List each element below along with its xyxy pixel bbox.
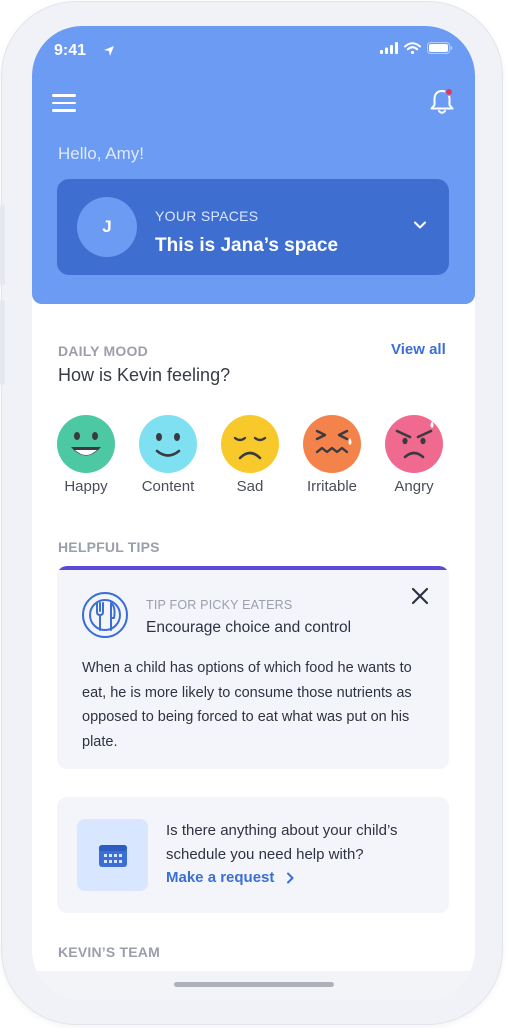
request-icon-box xyxy=(77,819,148,891)
happy-face-icon xyxy=(57,415,115,473)
app-screen: 9:41 Hello, Amy! J YOUR SPACES This is J… xyxy=(32,26,475,1000)
notification-bell-icon[interactable] xyxy=(429,87,455,115)
tip-card: TIP FOR PICKY EATERS Encourage choice an… xyxy=(57,566,449,769)
angry-face-icon xyxy=(385,415,443,473)
chevron-down-icon xyxy=(414,221,426,229)
mood-happy[interactable]: Happy xyxy=(45,414,127,495)
mood-label: Sad xyxy=(236,478,264,495)
make-request-label: Make a request xyxy=(166,869,275,886)
wifi-icon xyxy=(404,42,421,54)
signal-icon xyxy=(380,42,398,54)
calendar-icon xyxy=(98,845,127,867)
battery-icon xyxy=(427,42,453,54)
mood-question: How is Kevin feeling? xyxy=(58,365,231,385)
mood-label: Happy xyxy=(64,478,108,495)
location-icon xyxy=(104,46,114,56)
make-request-link[interactable]: Make a request xyxy=(166,869,294,886)
irritable-face-icon xyxy=(303,415,361,473)
home-indicator[interactable] xyxy=(174,982,334,987)
mood-label: Irritable xyxy=(306,478,358,495)
status-time: 9:41 xyxy=(54,42,87,59)
tip-title: Encourage choice and control xyxy=(146,619,352,636)
phone-side-button xyxy=(0,300,5,385)
header: 9:41 Hello, Amy! J YOUR SPACES This is J… xyxy=(32,26,475,304)
menu-icon[interactable] xyxy=(52,94,76,114)
mood-sad[interactable]: Sad xyxy=(209,414,291,495)
close-icon[interactable] xyxy=(410,586,430,606)
tip-kicker: TIP FOR PICKY EATERS xyxy=(146,598,293,612)
mood-content[interactable]: Content xyxy=(127,414,209,495)
request-card: Is there anything about your child’s sch… xyxy=(57,797,449,913)
content-face-icon xyxy=(139,415,197,473)
plate-utensils-icon xyxy=(82,592,128,638)
mood-irritable[interactable]: Irritable xyxy=(291,414,373,495)
tip-body: When a child has options of which food h… xyxy=(82,660,412,750)
team-label: KEVIN’S TEAM xyxy=(58,944,160,960)
view-all-link[interactable]: View all xyxy=(391,341,446,358)
avatar: J xyxy=(77,197,137,257)
mood-label: Content xyxy=(141,478,195,495)
mood-angry[interactable]: Angry xyxy=(373,414,455,495)
phone-side-button xyxy=(0,205,5,285)
status-indicators xyxy=(380,42,453,54)
request-prompt: Is there anything about your child’s sch… xyxy=(166,822,398,863)
greeting: Hello, Amy! xyxy=(58,144,144,163)
sad-face-icon xyxy=(221,415,279,473)
tip-accent-bar xyxy=(57,566,449,570)
mood-label: Angry xyxy=(394,478,434,495)
helpful-tips-label: HELPFUL TIPS xyxy=(58,539,160,555)
space-title: This is Jana’s space xyxy=(155,235,339,256)
space-selector[interactable]: J YOUR SPACES This is Jana’s space xyxy=(57,179,449,275)
space-label: YOUR SPACES xyxy=(155,208,259,224)
daily-mood-label: DAILY MOOD xyxy=(58,343,148,359)
chevron-right-icon xyxy=(287,872,294,883)
